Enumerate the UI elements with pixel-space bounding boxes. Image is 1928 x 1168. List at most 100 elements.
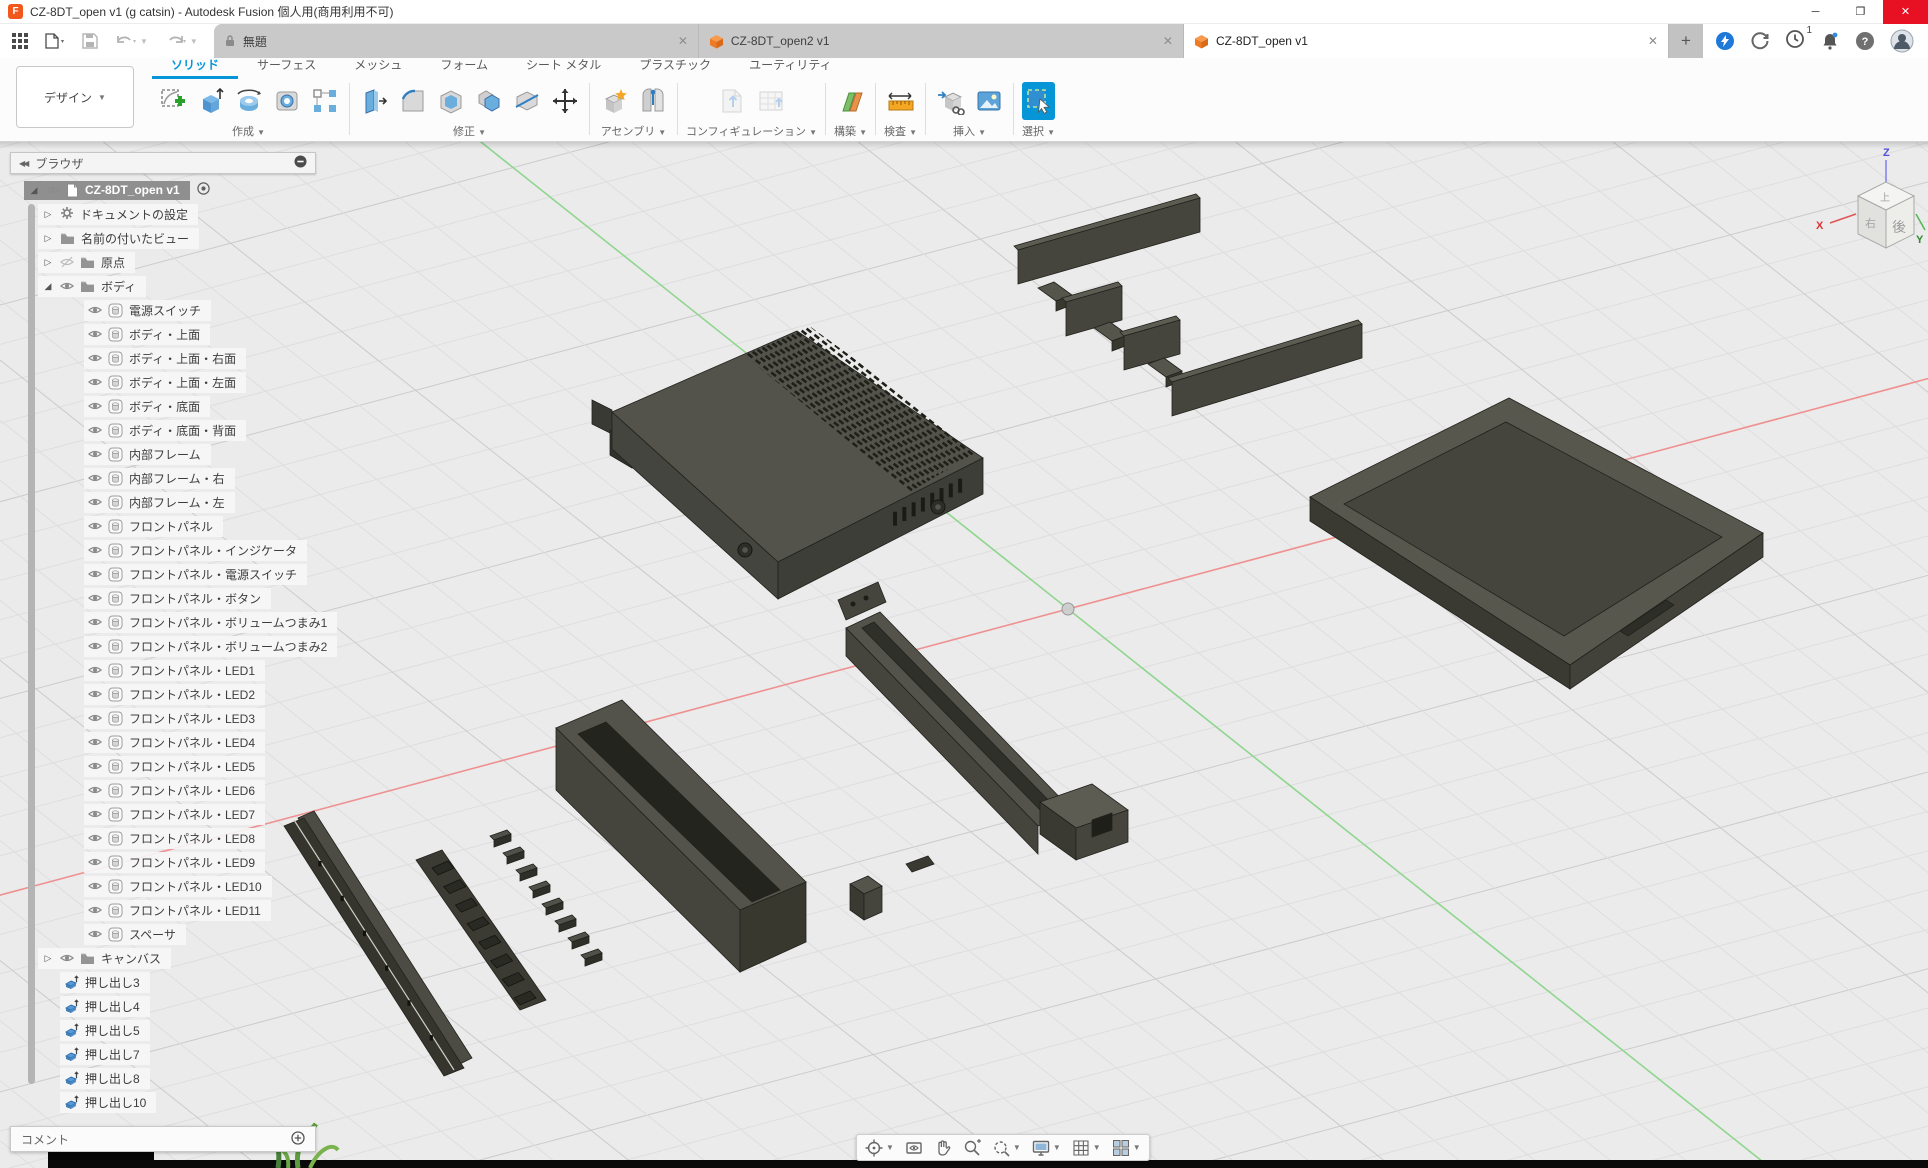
browser-item[interactable]: ▷ドキュメントの設定 <box>10 202 316 226</box>
eye-icon[interactable] <box>46 183 60 197</box>
eye-icon[interactable] <box>88 711 102 725</box>
configuration-table-button[interactable] <box>754 82 787 120</box>
expand-open-icon[interactable]: ◢ <box>42 281 54 292</box>
comment-panel[interactable]: コメント <box>10 1126 316 1152</box>
chevron-down-icon[interactable]: ▼ <box>1093 1143 1101 1152</box>
browser-item[interactable]: 押し出し8 <box>10 1066 316 1090</box>
browser-item[interactable]: フロントパネル・インジケータ <box>10 538 316 562</box>
eye-icon[interactable] <box>88 399 102 413</box>
viewports-button[interactable]: ▼ <box>1112 1139 1141 1157</box>
canvas-button[interactable] <box>972 82 1005 120</box>
document-tab-3[interactable]: CZ-8DT_open v1 ✕ <box>1184 24 1669 58</box>
eye-icon[interactable] <box>88 375 102 389</box>
bell-button[interactable] <box>1820 31 1840 51</box>
hole-button[interactable] <box>270 82 303 120</box>
eye-icon[interactable] <box>88 495 102 509</box>
browser-item[interactable]: フロントパネル・LED9 <box>10 850 316 874</box>
eye-icon[interactable] <box>88 687 102 701</box>
expand-closed-icon[interactable]: ▷ <box>42 209 54 220</box>
browser-item[interactable]: 内部フレーム <box>10 442 316 466</box>
browser-item[interactable]: フロントパネル・ボリュームつまみ2 <box>10 634 316 658</box>
view-cube[interactable]: Z X Y 上 右 後 <box>1812 144 1928 276</box>
pattern-button[interactable] <box>308 82 341 120</box>
expand-closed-icon[interactable]: ▷ <box>42 953 54 964</box>
browser-item[interactable]: 押し出し10 <box>10 1090 316 1114</box>
browser-item[interactable]: フロントパネル <box>10 514 316 538</box>
document-tab-2[interactable]: CZ-8DT_open2 v1 ✕ <box>699 24 1184 58</box>
ribbon-tab-3[interactable]: フォーム <box>421 56 507 79</box>
eye-icon[interactable] <box>88 423 102 437</box>
eye-icon[interactable] <box>88 879 102 893</box>
close-tab-icon[interactable]: ✕ <box>1648 34 1658 48</box>
collapse-panel-icon[interactable]: ◀◀ <box>19 159 27 168</box>
expand-closed-icon[interactable]: ▷ <box>42 257 54 268</box>
pan-button[interactable] <box>934 1139 952 1157</box>
browser-item[interactable]: フロントパネル・LED10 <box>10 874 316 898</box>
ribbon-tab-2[interactable]: メッシュ <box>335 56 421 79</box>
chevron-down-icon[interactable]: ▼ <box>1053 1143 1061 1152</box>
insert-mesh-button[interactable] <box>934 82 967 120</box>
browser-item[interactable]: 内部フレーム・左 <box>10 490 316 514</box>
add-comment-icon[interactable] <box>291 1131 305 1148</box>
eye-icon[interactable] <box>88 591 102 605</box>
browser-item[interactable]: 内部フレーム・右 <box>10 466 316 490</box>
browser-item[interactable]: フロントパネル・LED4 <box>10 730 316 754</box>
split-body-button[interactable] <box>510 82 543 120</box>
eye-icon[interactable] <box>88 327 102 341</box>
new-component-button[interactable] <box>598 82 631 120</box>
save-button[interactable] <box>82 33 98 49</box>
chevron-down-icon[interactable]: ▼ <box>886 1143 894 1152</box>
browser-root-item[interactable]: ◢ CZ-8DT_open v1 <box>10 178 316 202</box>
ribbon-tab-6[interactable]: ユーティリティ <box>730 56 851 79</box>
browser-item[interactable]: フロントパネル・LED1 <box>10 658 316 682</box>
fit-button[interactable]: ▼ <box>992 1139 1021 1157</box>
look-at-button[interactable] <box>905 1139 923 1157</box>
ribbon-group-label[interactable]: 挿入 ▼ <box>953 122 986 139</box>
eye-off-icon[interactable] <box>60 255 74 269</box>
eye-icon[interactable] <box>88 807 102 821</box>
browser-item[interactable]: 押し出し4 <box>10 994 316 1018</box>
ribbon-group-label[interactable]: アセンブリ ▼ <box>601 122 666 139</box>
chevron-down-icon[interactable]: ▼ <box>1013 1143 1021 1152</box>
shell-button[interactable] <box>434 82 467 120</box>
measure-button[interactable] <box>884 82 917 120</box>
browser-item[interactable]: ボディ・底面 <box>10 394 316 418</box>
close-tab-icon[interactable]: ✕ <box>678 34 688 48</box>
browser-item[interactable]: ボディ・上面・右面 <box>10 346 316 370</box>
grid-snap-button[interactable]: ▼ <box>1072 1139 1101 1157</box>
zoom-button[interactable] <box>963 1139 981 1157</box>
ribbon-tab-4[interactable]: シート メタル <box>507 56 620 79</box>
browser-item[interactable]: ▷名前の付いたビュー <box>10 226 316 250</box>
undo-button[interactable]: ▼ <box>114 33 148 49</box>
browser-item[interactable]: ボディ・上面・左面 <box>10 370 316 394</box>
eye-icon[interactable] <box>88 567 102 581</box>
configuration-button[interactable] <box>716 82 749 120</box>
ribbon-group-label[interactable]: 構築 ▼ <box>834 122 867 139</box>
browser-item[interactable]: ボディ・底面・背面 <box>10 418 316 442</box>
eye-icon[interactable] <box>88 855 102 869</box>
app-grid-button[interactable] <box>12 33 28 49</box>
document-tab-1[interactable]: 無題 ✕ <box>214 24 699 58</box>
browser-item[interactable]: ◢ボディ <box>10 274 316 298</box>
browser-item[interactable]: フロントパネル・LED7 <box>10 802 316 826</box>
expand-closed-icon[interactable]: ▷ <box>42 233 54 244</box>
eye-icon[interactable] <box>88 303 102 317</box>
chevron-down-icon[interactable]: ▼ <box>140 37 148 46</box>
eye-icon[interactable] <box>88 447 102 461</box>
eye-icon[interactable] <box>88 471 102 485</box>
viewport-3d[interactable]: ◀◀ ブラウザ ◢ CZ-8DT_open v1 ▷ドキュメントの設定 ▷名前の… <box>0 142 1928 1168</box>
browser-item[interactable]: フロントパネル・ボリュームつまみ1 <box>10 610 316 634</box>
ribbon-group-label[interactable]: 検査 ▼ <box>884 122 917 139</box>
chevron-down-icon[interactable]: ▼ <box>190 37 198 46</box>
new-tab-button[interactable]: + <box>1669 24 1703 58</box>
eye-icon[interactable] <box>60 951 74 965</box>
browser-item[interactable]: ▷原点 <box>10 250 316 274</box>
eye-icon[interactable] <box>88 783 102 797</box>
joint-button[interactable] <box>636 82 669 120</box>
file-new-button[interactable] <box>44 33 66 49</box>
browser-item[interactable]: フロントパネル・ボタン <box>10 586 316 610</box>
job-status-button[interactable] <box>1750 31 1770 51</box>
create-sketch-button[interactable] <box>156 82 189 120</box>
ribbon-group-label[interactable]: 選択 ▼ <box>1022 122 1055 139</box>
construction-plane-button[interactable] <box>834 82 867 120</box>
